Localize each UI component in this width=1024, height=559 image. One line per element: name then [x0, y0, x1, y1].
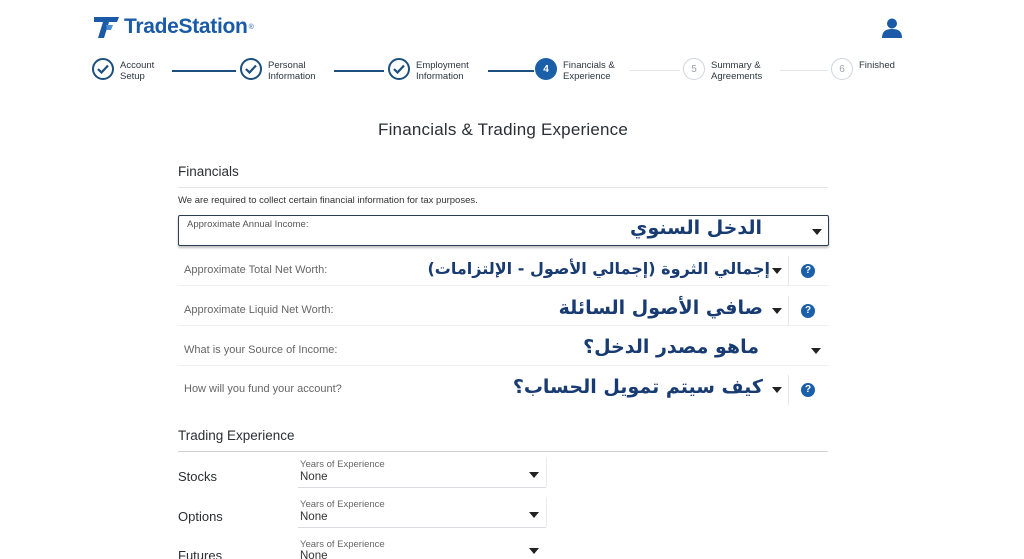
header-divider [96, 96, 896, 102]
app-header: TradeStation ® Account Setup Personal In… [0, 0, 1024, 100]
step-number: 4 [535, 58, 557, 80]
divider [788, 256, 789, 286]
brand-logo[interactable]: TradeStation ® [93, 14, 254, 40]
field-label: Approximate Annual Income: [187, 219, 309, 230]
progress-stepper: Account Setup Personal Information Employm… [92, 58, 912, 88]
caret-down-icon[interactable] [529, 512, 539, 518]
arabic-overlay: كيف سيتم تمويل الحساب؟ [512, 376, 763, 398]
caret-down-icon [772, 268, 782, 274]
divider [546, 457, 547, 487]
asset-name: Futures [178, 548, 223, 559]
field-label: Years of Experience [300, 540, 385, 550]
step-label: Employment Information [416, 60, 469, 82]
field-label: Approximate Total Net Worth: [184, 264, 328, 276]
caret-down-icon [812, 229, 822, 235]
caret-down-icon [811, 348, 821, 354]
user-icon[interactable] [881, 18, 903, 38]
options-experience-row: Options Years of Experience None [178, 497, 548, 539]
field-label: Years of Experience [300, 459, 385, 470]
arabic-overlay: صافي الأصول السائلة [558, 297, 763, 319]
step-employment-information[interactable]: Employment Information [388, 58, 488, 82]
step-label: Account Setup [120, 60, 155, 82]
step-finished[interactable]: 6 Finished [831, 58, 931, 80]
total-net-worth-select[interactable]: Approximate Total Net Worth: إجمالي الثر… [178, 256, 829, 286]
check-icon [388, 58, 410, 80]
fund-account-select[interactable]: How will you fund your account? كيف سيتم… [178, 375, 829, 405]
arabic-overlay: إجمالي الثروة (إجمالي الأصول - الإلتزاما… [427, 259, 770, 278]
step-account-setup[interactable]: Account Setup [92, 58, 192, 82]
brand-name: TradeStation [124, 15, 248, 38]
asset-name: Stocks [178, 469, 218, 484]
step-label: Financials & Experience [563, 60, 615, 82]
caret-down-icon [772, 308, 782, 314]
step-label: Summary & Agreements [711, 60, 763, 82]
page-title: Financials & Trading Experience [378, 120, 628, 139]
step-personal-information[interactable]: Personal Information [240, 58, 340, 82]
futures-experience-row: Futures Years of Experience None [178, 540, 548, 559]
caret-down-icon[interactable] [529, 548, 539, 554]
help-icon[interactable]: ? [801, 304, 815, 318]
step-label: Finished [859, 60, 895, 71]
field-label: Approximate Liquid Net Worth: [184, 304, 334, 316]
financials-heading: Financials [178, 164, 828, 188]
step-connector [780, 70, 828, 71]
stocks-experience-row: Stocks Years of Experience None [178, 457, 548, 499]
caret-down-icon [772, 387, 782, 393]
divider [788, 375, 789, 405]
arabic-overlay: ماهو مصدر الدخل؟ [583, 336, 759, 358]
step-label: Personal Information [268, 60, 316, 82]
source-of-income-select[interactable]: What is your Source of Income: ماهو مصدر… [178, 336, 829, 366]
help-icon[interactable]: ? [801, 383, 815, 397]
check-icon [240, 58, 262, 80]
asset-name: Options [178, 509, 223, 524]
options-experience-select[interactable]: None [300, 511, 328, 523]
divider [788, 296, 789, 326]
financials-description: We are required to collect certain finan… [178, 195, 478, 206]
step-number: 6 [831, 58, 853, 80]
step-number: 5 [683, 58, 705, 80]
liquid-net-worth-select[interactable]: Approximate Liquid Net Worth: صافي الأصو… [178, 296, 829, 326]
stocks-experience-select[interactable]: None [300, 471, 328, 483]
futures-experience-select[interactable]: None [300, 550, 328, 559]
annual-income-select[interactable]: Approximate Annual Income: الدخل السنوي [178, 215, 829, 246]
tradestation-logo-icon [94, 17, 119, 38]
trading-experience-heading: Trading Experience [178, 428, 828, 452]
field-label: What is your Source of Income: [184, 344, 338, 356]
check-icon [92, 58, 114, 80]
field-underline [298, 487, 546, 488]
step-connector [334, 70, 384, 72]
field-underline [298, 527, 546, 528]
field-label: How will you fund your account? [184, 383, 342, 395]
help-icon[interactable]: ? [801, 264, 815, 278]
step-connector [488, 70, 534, 72]
step-financials-experience[interactable]: 4 Financials & Experience [535, 58, 635, 82]
divider [546, 497, 547, 527]
step-summary-agreements[interactable]: 5 Summary & Agreements [683, 58, 783, 82]
caret-down-icon[interactable] [529, 472, 539, 478]
trademark-symbol: ® [248, 23, 254, 31]
field-label: Years of Experience [300, 499, 385, 510]
step-connector [630, 70, 680, 71]
arabic-overlay: الدخل السنوي [630, 217, 762, 239]
